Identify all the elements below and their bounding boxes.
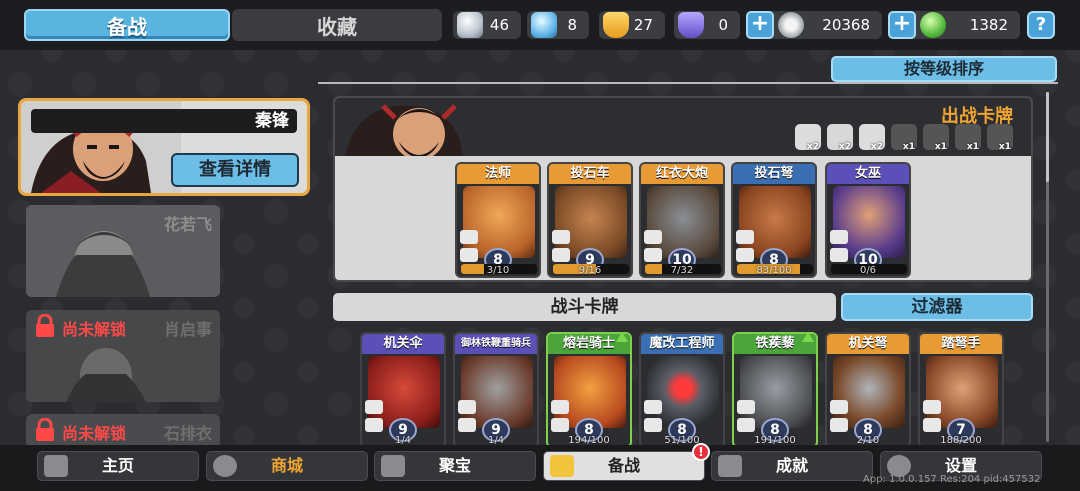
- resource-green-gem: + 1382: [888, 11, 1020, 39]
- skull-icon: x2: [795, 124, 821, 152]
- sort-by-level-button[interactable]: 按等级排序: [831, 56, 1057, 82]
- scrollbar-thumb[interactable]: [1046, 92, 1049, 182]
- shield-icon: [551, 400, 569, 414]
- hero-card-locked[interactable]: 尚未解锁 肖启事: [26, 310, 220, 402]
- brick-icon: [644, 230, 662, 244]
- divider: [318, 82, 1058, 84]
- battle-card[interactable]: 铁蒺藜 8 191/100: [732, 332, 818, 448]
- feather-icon: [737, 418, 755, 432]
- home-icon: [44, 455, 68, 477]
- deck-card[interactable]: 投石车 9 9/16: [547, 162, 633, 278]
- skull-icon: [460, 230, 478, 244]
- feather-icon: [365, 400, 383, 414]
- hero-banner-portrait: [345, 104, 463, 156]
- hero-name: 秦锋: [31, 109, 297, 133]
- deck-card[interactable]: 红衣大炮 10 7/32: [639, 162, 725, 278]
- resource-blue-crystal: 8: [527, 11, 589, 39]
- lock-icon: [36, 314, 54, 337]
- skull-icon: [644, 400, 662, 414]
- hero-name: 石排衣: [163, 424, 212, 443]
- hero-card-locked[interactable]: 尚未解锁 石排衣: [26, 414, 220, 448]
- battle-cards-header: 战斗卡牌: [333, 293, 836, 321]
- notification-badge: !: [692, 443, 710, 461]
- nav-treasure[interactable]: 聚宝: [374, 451, 536, 481]
- hand-icon: [644, 418, 662, 432]
- help-button[interactable]: ?: [1027, 11, 1055, 39]
- battle-card[interactable]: 魔改工程师 8 51/100: [639, 332, 725, 448]
- brick-icon: [736, 230, 754, 244]
- resource-gold-shield: 27: [599, 11, 665, 39]
- deck-card[interactable]: 投石弩 8 83/100: [731, 162, 817, 278]
- nav-home[interactable]: 主页: [37, 451, 199, 481]
- hand-icon: [552, 248, 570, 262]
- hero-card-selected[interactable]: 秦锋 查看详情: [18, 98, 310, 196]
- purple-shield-icon: [678, 12, 704, 38]
- feather-icon: x1: [955, 124, 981, 152]
- hand-icon: [458, 400, 476, 414]
- gold-shield-icon: [603, 12, 629, 38]
- resource-silver-gem: 46: [453, 11, 521, 39]
- explosion-icon: x2: [859, 124, 885, 152]
- hand-icon: [551, 418, 569, 432]
- battle-card[interactable]: 机关弩 8 2/10: [825, 332, 911, 448]
- explosion-icon: [644, 248, 662, 262]
- silver-coin-icon: [778, 12, 804, 38]
- treasure-icon: [381, 455, 405, 477]
- gear-icon: x1: [923, 124, 949, 152]
- hand-icon: [923, 418, 941, 432]
- hat-icon: [830, 248, 848, 262]
- upgrade-arrow-icon: [802, 334, 814, 342]
- feather-icon: [923, 400, 941, 414]
- battle-card[interactable]: 御林铁鞭重骑兵 9 1/4: [453, 332, 539, 448]
- explosion-icon: [736, 248, 754, 262]
- deck-card[interactable]: 女巫 10 0/6: [825, 162, 911, 278]
- locked-status: 尚未解锁: [62, 424, 127, 443]
- upgrade-arrow-icon: [616, 334, 628, 342]
- gear-icon: [830, 400, 848, 414]
- cards-icon: [550, 455, 574, 477]
- skull-icon: [830, 230, 848, 244]
- battle-card[interactable]: 踏弩手 7 188/200: [918, 332, 1004, 448]
- deck-card[interactable]: 法师 8 3/10: [455, 162, 541, 278]
- helmet-icon: [460, 248, 478, 262]
- add-gem-button[interactable]: +: [888, 11, 916, 39]
- hero-name: 肖启事: [163, 320, 212, 339]
- nav-prepare[interactable]: 备战: [543, 451, 705, 481]
- app-version-info: App: 1.0.0.157 Res:204 pid:457532: [863, 474, 1041, 485]
- view-details-button[interactable]: 查看详情: [171, 153, 299, 187]
- blue-crystal-icon: [531, 12, 557, 38]
- resource-purple-shield: 0: [674, 11, 740, 39]
- battle-card[interactable]: 机关伞 9 1/4: [360, 332, 446, 448]
- filter-button[interactable]: 过滤器: [841, 293, 1033, 321]
- hand-icon: [830, 418, 848, 432]
- brick-icon: x2: [827, 124, 853, 152]
- hero-name: 花若飞: [163, 215, 212, 234]
- green-gem-icon: [920, 12, 946, 38]
- lock-icon: [36, 418, 54, 441]
- add-coin-button[interactable]: +: [746, 11, 774, 39]
- resource-silver-coin: + 20368: [746, 11, 882, 39]
- tab-prepare[interactable]: 备战: [24, 9, 230, 41]
- nav-achievements[interactable]: 成就: [711, 451, 873, 481]
- tab-collection[interactable]: 收藏: [232, 9, 442, 41]
- achievement-icon: [718, 455, 742, 477]
- shield-icon: x1: [987, 124, 1013, 152]
- silver-gem-icon: [457, 12, 483, 38]
- locked-status: 尚未解锁: [62, 320, 127, 339]
- battle-card[interactable]: 熔岩骑士 8 194/100: [546, 332, 632, 448]
- coins-icon: [213, 455, 237, 477]
- gear-icon: [552, 230, 570, 244]
- helmet-icon: x1: [891, 124, 917, 152]
- nav-shop[interactable]: 商城: [206, 451, 368, 481]
- helmet-icon: [365, 418, 383, 432]
- hero-card-second[interactable]: 花若飞: [26, 205, 220, 297]
- shield-icon: [458, 418, 476, 432]
- web-icon: [737, 400, 755, 414]
- deck-panel: 出战卡牌 x2 x2 x2 x1 x1 x1 x1 法师 8 3/10 投石车 …: [333, 96, 1033, 282]
